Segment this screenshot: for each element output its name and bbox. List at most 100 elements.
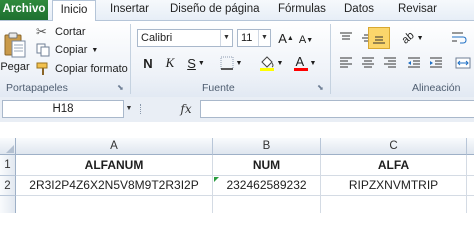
insert-function-button[interactable]: fx xyxy=(175,99,197,119)
underline-icon: S xyxy=(187,55,196,71)
font-dialog-launcher-icon[interactable]: ⬊ xyxy=(317,83,324,92)
wrap-text-button[interactable] xyxy=(444,28,474,48)
formula-bar-divider xyxy=(140,104,144,114)
font-color-swatch xyxy=(293,68,308,71)
bold-button[interactable]: N xyxy=(139,54,157,72)
grow-font-button[interactable]: A ▲ xyxy=(278,29,294,47)
paste-label: Pegar xyxy=(0,61,30,73)
paint-bucket-icon xyxy=(259,56,274,71)
format-painter-label: Copiar formato xyxy=(55,63,128,75)
row-header-1[interactable]: 1 xyxy=(0,155,16,176)
clipboard-group-label: Portapapeles xyxy=(6,82,68,94)
tab-revisar[interactable]: Revisar xyxy=(398,0,437,20)
cell-d2[interactable] xyxy=(467,176,474,196)
borders-icon xyxy=(220,56,234,70)
font-group-label: Fuente xyxy=(202,82,235,94)
cell-a3[interactable] xyxy=(16,196,213,213)
tab-inicio[interactable]: Inicio xyxy=(52,0,96,21)
chevron-down-icon: ▼ xyxy=(91,46,99,54)
increase-indent-button[interactable] xyxy=(426,54,446,72)
chevron-down-icon[interactable]: ▼ xyxy=(258,30,270,46)
cell-d1[interactable] xyxy=(467,155,474,176)
row-header-3[interactable] xyxy=(0,196,16,213)
copy-button[interactable]: Copiar ▼ xyxy=(36,42,98,58)
merge-center-button[interactable] xyxy=(452,54,474,72)
merge-center-icon xyxy=(455,57,471,69)
tab-insertar[interactable]: Insertar xyxy=(110,0,149,20)
align-bottom-button[interactable] xyxy=(368,27,390,49)
group-separator xyxy=(330,24,331,94)
cell-b1[interactable]: NUM xyxy=(213,155,321,176)
ribbon-tab-bar: Archivo Inicio Insertar Diseño de página… xyxy=(0,0,474,21)
chevron-down-icon: ▼ xyxy=(235,59,243,67)
tab-archivo[interactable]: Archivo xyxy=(0,0,48,20)
grid-top-gap xyxy=(0,122,474,138)
italic-button[interactable]: K xyxy=(161,54,179,72)
format-painter-icon xyxy=(36,62,48,75)
increase-indent-icon xyxy=(430,57,442,68)
clipboard-dialog-launcher-icon[interactable]: ⬊ xyxy=(117,83,124,92)
borders-button[interactable]: ▼ xyxy=(216,54,246,72)
align-left-icon xyxy=(340,57,352,68)
cell-a1[interactable]: ALFANUM xyxy=(16,155,213,176)
bold-icon: N xyxy=(143,55,153,71)
cell-c1[interactable]: ALFA xyxy=(321,155,467,176)
font-color-icon: A xyxy=(293,54,308,71)
underline-button[interactable]: S ▼ xyxy=(183,54,209,72)
cell-b2[interactable]: 232462589232 xyxy=(213,176,321,196)
copy-label: Copiar xyxy=(55,44,88,56)
font-size-combo[interactable]: 11 ▼ xyxy=(237,29,271,47)
tab-formulas[interactable]: Fórmulas xyxy=(278,0,326,20)
font-name-combo[interactable]: Calibri ▼ xyxy=(137,29,233,47)
chevron-down-icon: ▼ xyxy=(416,34,424,42)
paste-button[interactable]: Pegar xyxy=(0,24,30,80)
fill-color-button[interactable]: ▼ xyxy=(256,54,286,72)
align-right-button[interactable] xyxy=(380,54,400,72)
alignment-group-label: Alineación xyxy=(412,82,461,94)
column-header-d[interactable] xyxy=(467,138,474,155)
chevron-down-icon[interactable]: ▼ xyxy=(123,100,135,118)
cut-label: Cortar xyxy=(55,26,86,38)
shrink-font-icon: A xyxy=(298,34,307,46)
column-header-a[interactable]: A xyxy=(16,138,213,155)
clipboard-paste-icon xyxy=(4,32,26,58)
tab-datos[interactable]: Datos xyxy=(344,0,374,20)
column-header-b[interactable]: B xyxy=(213,138,321,155)
align-bottom-icon xyxy=(373,36,385,44)
column-header-c[interactable]: C xyxy=(321,138,467,155)
tab-diseno-de-pagina[interactable]: Diseño de página xyxy=(170,0,260,20)
orientation-button[interactable]: ab ▼ xyxy=(398,28,428,48)
error-indicator-icon xyxy=(214,177,219,182)
grow-font-icon: A xyxy=(278,30,287,46)
shrink-font-button[interactable]: A ▼ xyxy=(298,31,314,49)
format-painter-button[interactable]: Copiar formato xyxy=(36,61,128,77)
align-center-icon xyxy=(362,57,374,68)
cut-button[interactable]: ✂ Cortar xyxy=(36,24,86,40)
wrap-text-icon xyxy=(452,32,467,44)
orientation-icon: ab xyxy=(399,29,418,47)
copy-icon xyxy=(36,43,50,57)
align-left-button[interactable] xyxy=(336,54,356,72)
group-separator xyxy=(130,24,131,94)
decrease-indent-icon xyxy=(408,57,420,68)
select-all-corner[interactable] xyxy=(0,138,16,155)
font-name-value: Calibri xyxy=(141,32,173,44)
cell-c3[interactable] xyxy=(321,196,467,213)
cell-a2[interactable]: 2R3I2P4Z6X2N5V8M9T2R3I2P xyxy=(16,176,213,196)
row-header-2[interactable]: 2 xyxy=(0,176,16,196)
chevron-down-icon[interactable]: ▼ xyxy=(220,30,232,46)
chevron-down-icon: ▼ xyxy=(309,59,317,67)
align-right-icon xyxy=(384,57,396,68)
align-center-button[interactable] xyxy=(358,54,378,72)
font-color-button[interactable]: A ▼ xyxy=(290,54,320,72)
cell-c2[interactable]: RIPZXNVMTRIP xyxy=(321,176,467,196)
name-box[interactable]: H18 xyxy=(2,100,124,118)
formula-input[interactable] xyxy=(200,100,474,118)
decrease-indent-button[interactable] xyxy=(404,54,424,72)
scissors-icon: ✂ xyxy=(36,24,47,39)
font-size-value: 11 xyxy=(241,32,253,44)
cell-b3[interactable] xyxy=(213,196,321,213)
italic-icon: K xyxy=(165,55,175,70)
align-top-button[interactable] xyxy=(336,28,356,48)
align-top-icon xyxy=(340,32,352,40)
